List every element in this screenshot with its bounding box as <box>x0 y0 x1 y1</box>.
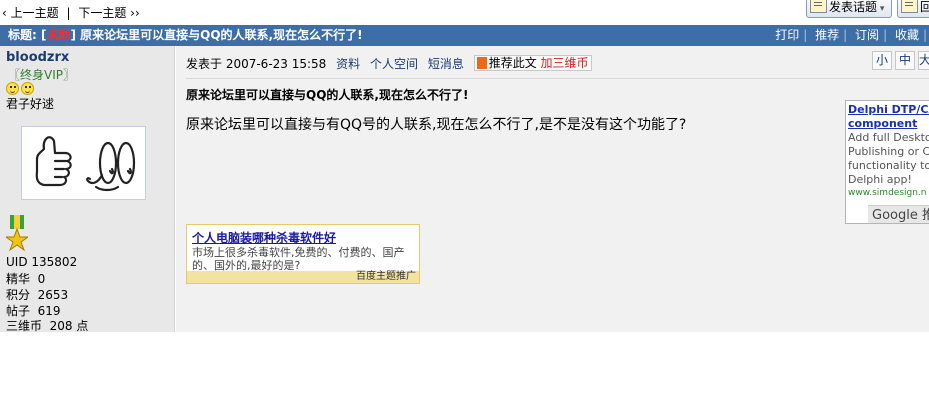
thread-title: ] 原来论坛里可以直接与QQ的人联系,现在怎么不行了! <box>70 28 363 42</box>
smiley-icon <box>21 82 34 95</box>
next-topic-link[interactable]: 下一主题 ›› <box>78 6 139 20</box>
baidu-ad[interactable]: 个人电脑装哪种杀毒软件好 市场上很多杀毒软件,免费的、付费的、国产的、国外的,最… <box>186 224 420 284</box>
new-topic-label: 发表话题 <box>829 0 878 14</box>
recommend-link[interactable]: 推荐 <box>813 28 841 42</box>
nav-separator: | <box>66 6 71 20</box>
print-link[interactable]: 打印 <box>773 28 801 42</box>
font-size-switcher: 小 中 大 <box>869 51 929 70</box>
author-group: 〖终身VIP〗 <box>8 68 75 82</box>
ad-title-line1[interactable]: Delphi DTP/CAD <box>848 103 929 117</box>
thread-title-bar: 标题: [求助] 原来论坛里可以直接与QQ的人联系,现在怎么不行了! 打印 | 推… <box>0 25 929 46</box>
ad-title-line2[interactable]: component <box>848 117 929 131</box>
thread-actions: 打印 | 推荐 | 订阅 | 收藏 | <box>773 28 927 42</box>
avatar[interactable] <box>21 126 146 200</box>
ad-desc-line: Publishing or CAD <box>848 145 929 158</box>
divider <box>186 78 929 79</box>
stat-uid: UID 135802 <box>6 255 77 269</box>
subscribe-link[interactable]: 订阅 <box>853 28 881 42</box>
stat-label: UID <box>6 255 28 269</box>
ad-desc-line: functionality to yo <box>848 159 929 172</box>
help-tag[interactable]: 求助 <box>46 28 70 42</box>
add-coins-label: 加三维币 <box>540 56 589 70</box>
reply-icon <box>901 0 918 13</box>
post-body: 原来论坛里可以直接与有QQ号的人联系,现在怎么不行了,是不是没有这个功能了? <box>186 117 687 133</box>
recommend-button[interactable]: 推荐此文 加三维币 <box>473 55 592 71</box>
dropdown-arrow-icon: ▾ <box>877 4 885 14</box>
stat-label: 积分 <box>6 288 31 302</box>
message-link[interactable]: 短消息 <box>428 57 464 71</box>
personal-space-link[interactable]: 个人空间 <box>370 57 418 71</box>
stat-value: 0 <box>37 272 46 286</box>
smiley-icon <box>6 82 19 95</box>
stat-label: 帖子 <box>6 304 31 318</box>
author-username[interactable]: bloodzrx <box>6 50 69 65</box>
google-ad-brand[interactable]: Google 推 <box>868 205 929 223</box>
prev-topic-link[interactable]: ‹ 上一主题 <box>2 6 59 20</box>
recommend-label: 推荐此文 <box>488 56 537 70</box>
compose-icon <box>810 0 827 13</box>
post-title: 原来论坛里可以直接与QQ的人联系,现在怎么不行了! <box>186 88 469 102</box>
stat-digest: 精华 0 <box>6 270 45 287</box>
stat-points: 积分 2653 <box>6 286 68 303</box>
stat-label: 三维币 <box>6 319 43 333</box>
baidu-ad-title[interactable]: 个人电脑装哪种杀毒软件好 <box>192 229 419 246</box>
stat-label: 精华 <box>6 272 31 286</box>
google-ad[interactable]: Delphi DTP/CAD component Add full Deskto… <box>845 100 929 224</box>
profile-link[interactable]: 资料 <box>336 57 360 71</box>
font-small-button[interactable]: 小 <box>872 51 892 70</box>
post-info-bar: 发表于 2007-6-23 15:58 资料 个人空间 短消息 推荐此文 加三维… <box>186 55 592 72</box>
font-medium-button[interactable]: 中 <box>895 51 915 70</box>
post-date: 发表于 2007-6-23 15:58 <box>186 57 327 71</box>
stat-value: 135802 <box>31 255 78 269</box>
stat-value: 619 <box>37 304 61 318</box>
recommend-icon <box>476 57 487 69</box>
favorite-link[interactable]: 收藏 <box>893 28 921 42</box>
thumbs-up-drawing-icon <box>35 136 136 192</box>
baidu-ad-desc: 市场上很多杀毒软件,免费的、付费的、国产的、国外的,最好的是? <box>192 246 405 272</box>
stat-value: 208 点 <box>49 319 89 333</box>
new-topic-button[interactable]: 发表话题 ▾ <box>806 0 892 18</box>
baidu-ad-footer: 百度主题推广 <box>187 271 419 283</box>
stat-coins: 三维币 208 点 <box>6 317 88 334</box>
topic-navigation: ‹ 上一主题 | 下一主题 ›› <box>2 4 140 21</box>
ad-desc-line: Add full Desktop <box>848 131 929 144</box>
reply-label: 回 <box>920 0 929 14</box>
title-prefix: 标题: [ <box>8 28 47 42</box>
medal-icon <box>6 215 28 251</box>
font-large-button[interactable]: 大 <box>918 51 929 70</box>
ad-url: www.simdesign.n <box>848 188 927 198</box>
reply-button[interactable]: 回 <box>897 0 929 18</box>
stat-value: 2653 <box>37 288 69 302</box>
ad-desc-line: Delphi app! <box>848 173 912 186</box>
author-motto: 君子好逑 <box>6 97 55 111</box>
